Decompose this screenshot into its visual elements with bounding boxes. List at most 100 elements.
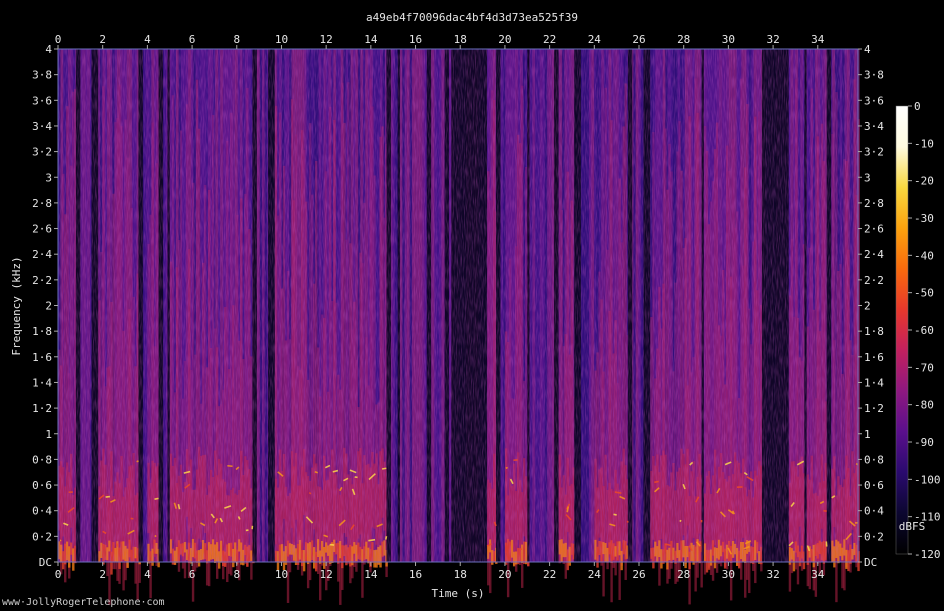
y-tick-label-right: 2 — [864, 300, 871, 313]
colorbar-label: dBFS — [899, 520, 926, 533]
harmonic-trace — [136, 460, 139, 463]
harmonic-trace — [105, 495, 111, 498]
colorbar-tick-label: -60 — [914, 324, 934, 337]
x-tick-label-top: 8 — [233, 33, 240, 46]
y-tick-label-right: 1·2 — [864, 402, 884, 415]
y-tick-label: 1·6 — [32, 351, 52, 364]
harmonic-trace — [368, 538, 376, 542]
colorbar-tick-label: -20 — [914, 175, 934, 188]
x-tick-label: 26 — [632, 568, 645, 581]
y-tick-label-right: 4 — [864, 43, 871, 56]
harmonic-trace — [154, 534, 157, 538]
harmonic-trace — [384, 536, 388, 540]
y-tick-label-right: 1 — [864, 428, 871, 441]
y-tick-label-right: DC — [864, 556, 877, 569]
x-tick-label: 34 — [811, 568, 825, 581]
spectrogram-chart: a49eb4f70096dac4bf4d3d73ea525f39 0 2 4 6 8 10… — [10, 11, 941, 605]
x-tick-label: 32 — [766, 568, 779, 581]
y-axis-right: DC 0·2 0·4 0·6 0·8 1 1·2 1·4 1·6 1·8 2 2·2 2·4 2·6 2·8… — [858, 43, 884, 569]
harmonic-trace — [177, 503, 181, 510]
chart-title: a49eb4f70096dac4bf4d3d73ea525f39 — [366, 11, 578, 24]
x-tick-label-top: 14 — [364, 33, 378, 46]
y-tick-label-right: 0·4 — [864, 505, 884, 518]
y-tick-label-right: 3·8 — [864, 69, 884, 82]
y-tick-label-right: 1·4 — [864, 376, 884, 389]
harmonic-trace — [314, 470, 319, 474]
y-tick-label: 2·2 — [32, 274, 52, 287]
x-tick-label: 6 — [189, 568, 196, 581]
x-tick-label-top: 34 — [811, 33, 825, 46]
y-tick-label-right: 3 — [864, 171, 871, 184]
y-axis-left: DC 0·2 0·4 0·6 0·8 1 1·2 1·4 1·6 1·8 2 2·2 2·4 2·6 2·8… — [32, 43, 58, 569]
y-tick-label: 0·6 — [32, 479, 52, 492]
y-tick-label-right: 2·4 — [864, 248, 884, 261]
harmonic-trace — [613, 513, 617, 516]
y-tick-label-right: 3·4 — [864, 120, 884, 133]
x-tick-label-top: 20 — [498, 33, 511, 46]
x-tick-label: 16 — [409, 568, 422, 581]
x-tick-label: 10 — [275, 568, 288, 581]
plot-area — [57, 48, 860, 605]
x-tick-label: 18 — [454, 568, 467, 581]
y-tick-label: 2·4 — [32, 248, 52, 261]
y-tick-label: 3·8 — [32, 69, 52, 82]
y-tick-label: 3·2 — [32, 146, 52, 159]
y-tick-label: 2 — [45, 300, 52, 313]
harmonic-trace — [679, 519, 682, 523]
harmonic-trace — [329, 543, 335, 546]
y-tick-label-right: 3·6 — [864, 94, 884, 107]
x-tick-label: 20 — [498, 568, 511, 581]
y-tick-label-right: 2·8 — [864, 197, 884, 210]
y-tick-label-right: 0·2 — [864, 530, 884, 543]
y-tick-label: 1·2 — [32, 402, 52, 415]
harmonic-trace — [654, 480, 659, 484]
x-tick-label: 24 — [588, 568, 602, 581]
y-tick-label-right: 2·6 — [864, 223, 884, 236]
colorbar-tick-label: -40 — [914, 249, 934, 262]
colorbar-tick-label: -90 — [914, 436, 934, 449]
x-tick-label-top: 12 — [320, 33, 333, 46]
y-tick-label: 2·8 — [32, 197, 52, 210]
y-tick-label: 0·8 — [32, 453, 52, 466]
colorbar-tick-label: -120 — [914, 548, 941, 561]
colorbar-tick-label: -100 — [914, 473, 941, 486]
x-tick-label-top: 6 — [189, 33, 196, 46]
x-tick-label: 14 — [364, 568, 378, 581]
x-tick-label: 22 — [543, 568, 556, 581]
x-tick-label-top: 24 — [588, 33, 602, 46]
x-tick-label: 8 — [233, 568, 240, 581]
y-tick-label: 0·4 — [32, 505, 52, 518]
x-tick-label: 4 — [144, 568, 151, 581]
y-tick-label: 2·6 — [32, 223, 52, 236]
y-tick-label: 1·4 — [32, 376, 52, 389]
noise-texture — [58, 49, 858, 562]
x-tick-label-top: 26 — [632, 33, 645, 46]
x-tick-label-top: 28 — [677, 33, 690, 46]
y-tick-label: 1 — [45, 428, 52, 441]
harmonic-trace — [154, 497, 159, 500]
colorbar: 0-10-20-30-40-50-60-70-80-90-100-110-120… — [895, 100, 941, 561]
y-tick-label: 1·8 — [32, 325, 52, 338]
y-tick-label-right: 1·6 — [864, 351, 884, 364]
y-tick-label: 4 — [45, 43, 52, 56]
harmonic-trace — [614, 491, 622, 494]
colorbar-tick-label: -30 — [914, 212, 934, 225]
y-axis-label: Frequency (kHz) — [10, 256, 23, 355]
harmonic-trace — [227, 464, 233, 468]
x-tick-label: 28 — [677, 568, 690, 581]
x-tick-label-top: 10 — [275, 33, 288, 46]
y-tick-label: 3·6 — [32, 94, 52, 107]
x-tick-label: 0 — [55, 568, 62, 581]
y-tick-label-right: 2·2 — [864, 274, 884, 287]
harmonic-trace — [381, 467, 387, 470]
x-tick-label-top: 16 — [409, 33, 422, 46]
x-axis-top: 0 2 4 6 8 10 12 14 16 18 20 22 24 26 28 30 32 34 — [55, 33, 825, 49]
y-tick-label: 3·4 — [32, 120, 52, 133]
x-tick-label-top: 4 — [144, 33, 151, 46]
colorbar-gradient — [895, 105, 909, 555]
colorbar-tick-label: -70 — [914, 361, 934, 374]
y-tick-label-right: 1·8 — [864, 325, 884, 338]
harmonic-trace — [308, 491, 312, 495]
x-tick-label-top: 32 — [766, 33, 779, 46]
x-tick-label-top: 22 — [543, 33, 556, 46]
